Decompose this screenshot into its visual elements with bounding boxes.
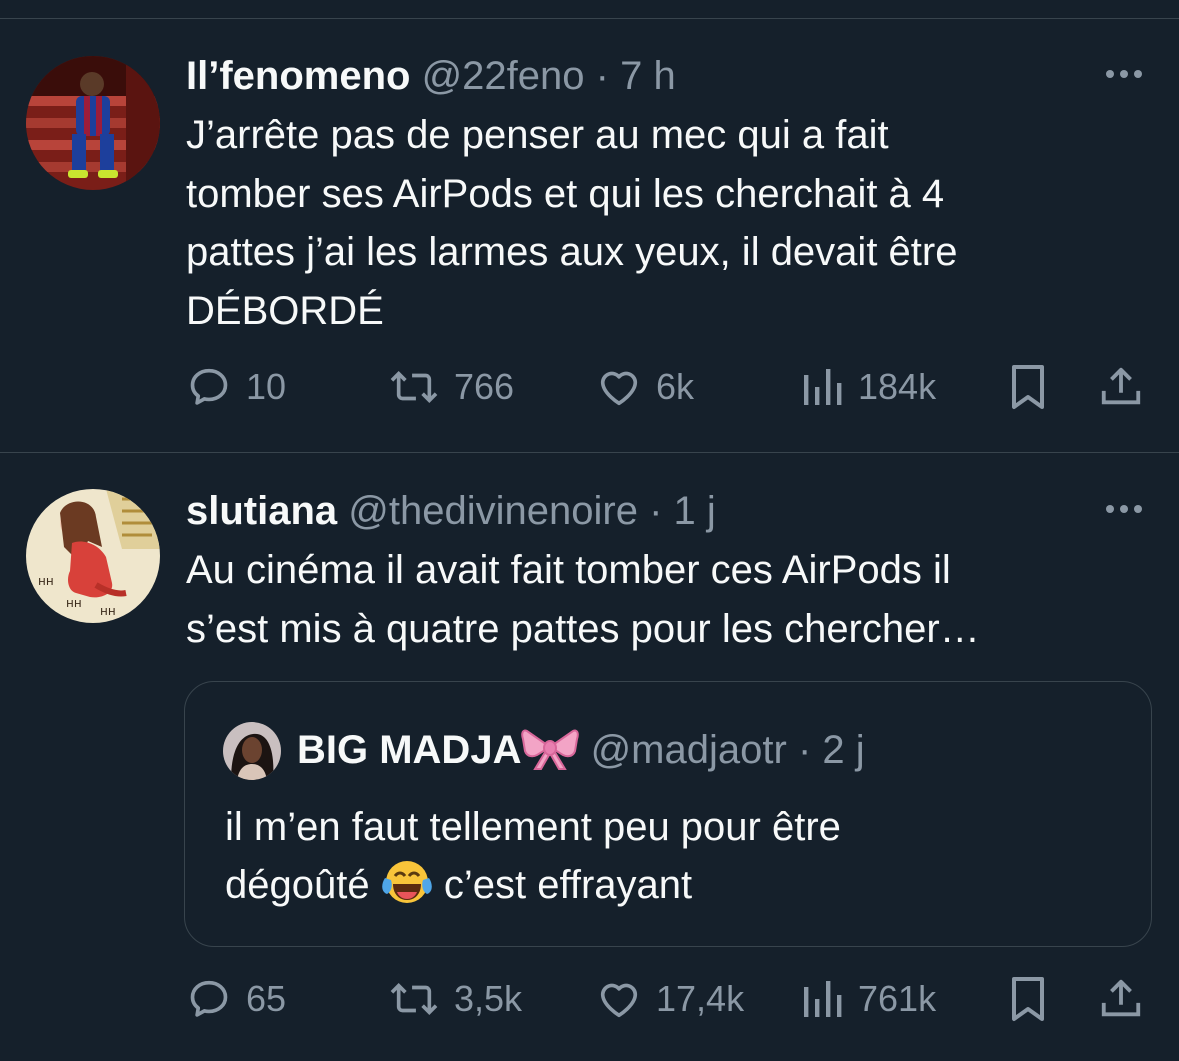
tweet-line: s’est mis à quatre pattes pour les cherc… [186,606,980,651]
views-button[interactable]: 761k [800,974,936,1024]
share-button[interactable] [1098,362,1144,412]
avatar[interactable] [26,56,160,190]
tweet-line: Au cinéma il avait fait tomber ces AirPo… [186,548,951,592]
tweet-line: J’arrête pas de penser au mec qui a fait [186,113,889,157]
like-button[interactable]: 17,4k [596,974,744,1024]
display-name[interactable]: BIG MADJA [297,728,521,772]
bookmark-icon [1012,365,1044,409]
quote-header: BIG MADJA @madjaotr · 2 j [297,726,865,782]
action-bar: 65 3,5k 17,4k 761k [186,974,1149,1024]
separator-dot: · [797,728,812,772]
bar-chart-icon [804,369,842,405]
tweet-header: slutiana @thedivinenoire · 1 j [186,487,716,535]
quoted-tweet[interactable]: BIG MADJA @madjaotr · 2 j il m’en faut t… [184,681,1152,947]
view-count: 761k [858,978,937,1019]
avatar[interactable]: ʜʜ ʜʜ ʜʜ [26,489,160,623]
bookmark-button[interactable] [1006,974,1050,1024]
bar-chart-icon [804,981,842,1017]
tweet-line: pattes j’ai les larmes aux yeux, il deva… [186,230,958,274]
repost-button[interactable]: 3,5k [388,974,522,1024]
more-dots-icon[interactable] [1101,499,1147,519]
quote-line: il m’en faut tellement peu pour être [225,805,841,849]
repost-count: 3,5k [454,978,523,1019]
svg-text:ʜʜ: ʜʜ [100,604,116,618]
reply-button[interactable]: 10 [186,362,286,412]
bookmark-icon [1012,977,1044,1021]
reply-count: 65 [246,978,287,1019]
quote-line: dégoûté c’est effrayant [225,856,1125,922]
tweet-line: tomber ses AirPods et qui les cherchait … [186,171,945,216]
quote-word: c’est effrayant [443,863,693,907]
quote-text: il m’en faut tellement peu pour être dég… [225,798,1125,922]
share-upload-icon [1101,367,1141,405]
views-button[interactable]: 184k [800,362,936,412]
comment-bubble-icon [190,980,228,1017]
separator-dot: · [649,489,663,533]
display-name[interactable]: Il’fenomeno [186,54,410,98]
face-with-tears-of-joy-icon [381,858,433,922]
timestamp[interactable]: 7 h [620,54,676,98]
pink-ribbon-bow-icon [521,727,580,782]
svg-text:ʜʜ: ʜʜ [66,596,82,610]
repost-arrows-icon [390,983,438,1015]
user-handle[interactable]: @madjaotr [591,728,787,772]
timestamp[interactable]: 2 j [822,728,864,772]
heart-outline-icon [600,371,638,406]
repost-button[interactable]: 766 [388,362,514,412]
timestamp[interactable]: 1 j [674,489,716,533]
view-count: 184k [858,366,937,407]
repost-arrows-icon [390,371,438,403]
like-button[interactable]: 6k [596,362,694,412]
user-handle[interactable]: @thedivinenoire [348,489,638,533]
comment-bubble-icon [190,368,228,405]
more-dots-icon[interactable] [1101,64,1147,84]
user-handle[interactable]: @22feno [422,54,585,98]
svg-text:ʜʜ: ʜʜ [38,574,54,588]
tweet-line: DÉBORDÉ [186,288,384,333]
repost-count: 766 [454,366,515,407]
share-button[interactable] [1098,974,1144,1024]
action-bar: 10 766 6k 184k [186,362,1149,412]
avatar[interactable] [223,722,281,780]
like-count: 6k [656,366,695,407]
tweet-text: J’arrête pas de penser au mec qui a fait… [186,106,1146,340]
reply-button[interactable]: 65 [186,974,286,1024]
share-upload-icon [1101,979,1141,1017]
display-name[interactable]: slutiana [186,489,337,533]
quote-word: dégoûté [225,863,370,907]
reply-count: 10 [246,366,287,407]
tweet-header: Il’fenomeno @22feno · 7 h [186,52,676,100]
tweet-1[interactable]: Il’fenomeno @22feno · 7 h J’arrête pas d… [0,0,1179,452]
like-count: 17,4k [656,978,745,1019]
separator-dot: · [595,54,609,98]
heart-outline-icon [600,983,638,1018]
tweet-text: Au cinéma il avait fait tomber ces AirPo… [186,541,1146,658]
bookmark-button[interactable] [1006,362,1050,412]
